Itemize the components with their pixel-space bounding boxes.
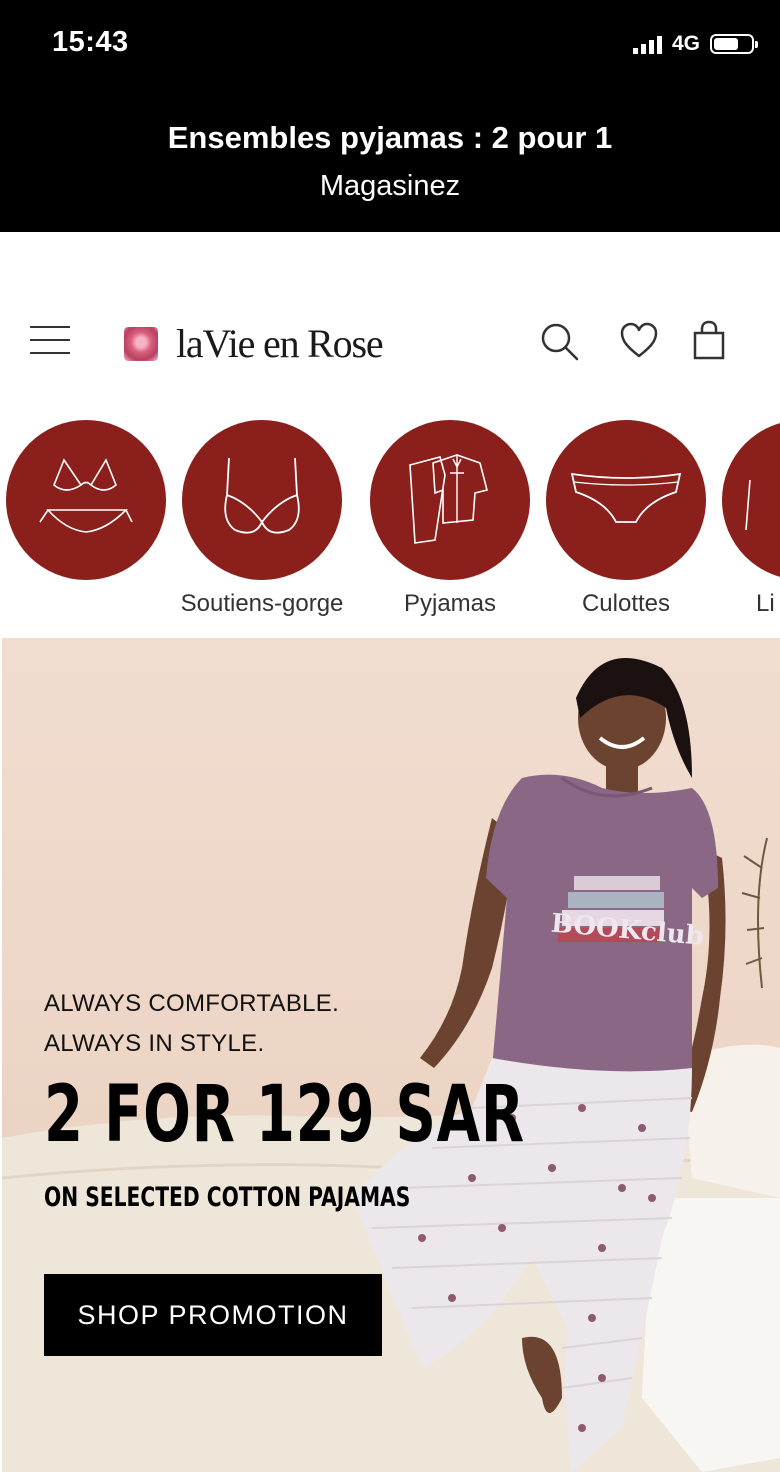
top-banner: 15:43 4G Ensembles pyjamas : 2 pour 1 Ma… [0, 0, 780, 232]
category-label: Culottes [581, 590, 671, 617]
brand-logo[interactable]: laVie en Rose [124, 320, 384, 367]
battery-icon [710, 34, 758, 54]
site-header: laVie en Rose [0, 232, 780, 403]
network-type: 4G [671, 32, 700, 55]
bikini-icon [39, 458, 133, 533]
category-circle [370, 420, 530, 580]
category-circle [546, 420, 706, 580]
tagline-line-1: ALWAYS COMFORTABLE. [44, 990, 340, 1017]
hero-tagline: ALWAYS COMFORTABLE. ALWAYS IN STYLE. [44, 984, 339, 1064]
status-icons: 4G [632, 32, 758, 56]
category-circle [6, 420, 166, 580]
brand-name: laVie en Rose [176, 321, 384, 366]
rose-logo-icon [124, 326, 158, 361]
heart-icon[interactable] [620, 322, 658, 360]
shop-promotion-button[interactable]: SHOP PROMOTION [44, 1274, 382, 1356]
hero-headline: 2 FOR 129 SAR [44, 1070, 525, 1160]
shopping-bag-icon[interactable] [692, 320, 726, 360]
promo-shop-link[interactable]: Magasinez [0, 170, 780, 203]
hero-subheadline: ON SELECTED COTTON PAJAMAS [44, 1182, 411, 1213]
category-label: Soutiens-gorge [180, 590, 344, 617]
category-bras[interactable]: Soutiens-gorge [181, 420, 343, 617]
hero-banner[interactable]: BOOKclub ALWAYS COMFORTABLE. ALWAYS IN S… [2, 638, 780, 1472]
search-icon[interactable] [540, 322, 580, 362]
menu-icon[interactable] [30, 326, 70, 356]
category-carousel[interactable]: Soutiens-gorge Pyjamas Culottes Li [0, 402, 780, 638]
category-label: Li [756, 590, 775, 617]
signal-icon [632, 34, 662, 54]
category-circle [182, 420, 342, 580]
category-panties[interactable]: Culottes [546, 420, 706, 617]
bra-icon [224, 457, 300, 534]
category-lingerie[interactable]: Li [722, 420, 780, 617]
status-time: 15:43 [52, 26, 129, 58]
category-swimwear[interactable] [6, 420, 166, 580]
promo-title[interactable]: Ensembles pyjamas : 2 pour 1 [0, 120, 780, 156]
category-circle [722, 420, 780, 580]
panty-icon [570, 472, 682, 523]
category-pyjamas[interactable]: Pyjamas [370, 420, 530, 617]
lingerie-icon [745, 479, 751, 531]
tagline-line-2: ALWAYS IN STYLE. [44, 1030, 265, 1057]
pyjama-icon [409, 454, 488, 544]
